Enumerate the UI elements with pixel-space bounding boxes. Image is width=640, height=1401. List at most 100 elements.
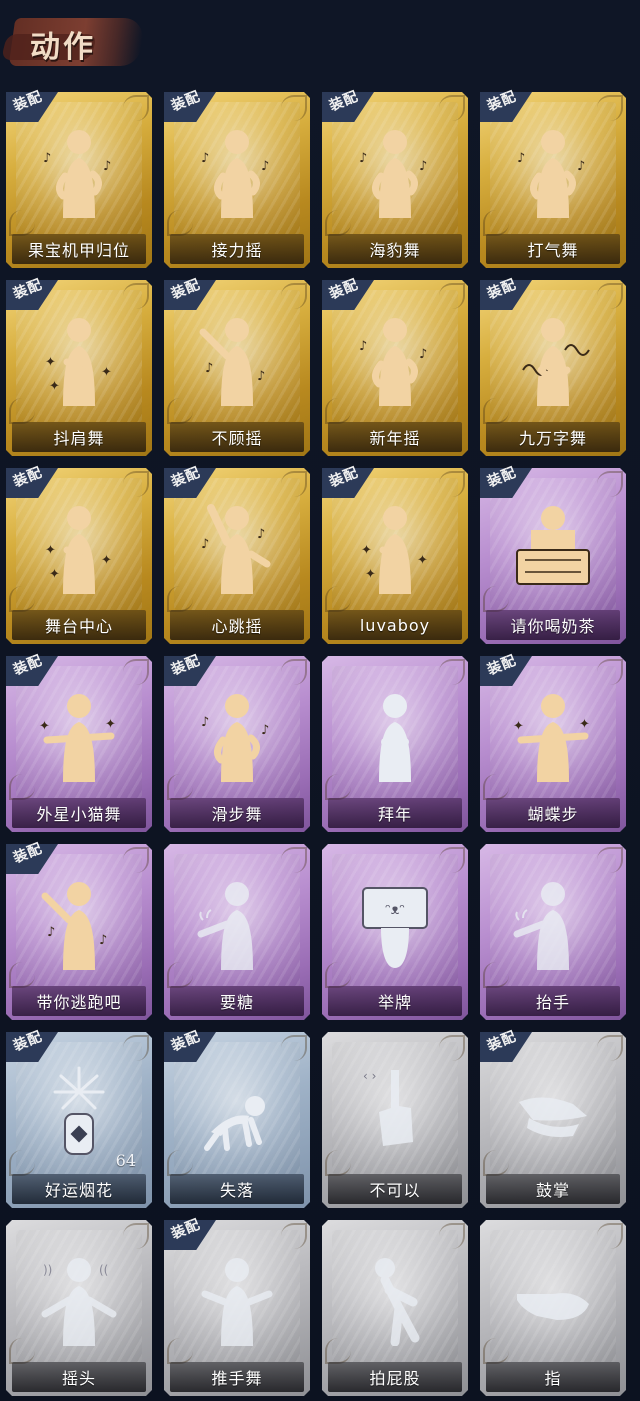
card-label-bar: 九万字舞 [486,422,620,452]
action-card[interactable]: ‹ › 不可以 [322,1032,468,1208]
action-card[interactable]: ♪ ♪ 打气舞 装配 [480,89,626,268]
action-card[interactable]: 拍屁股 [322,1220,468,1396]
card-label-bar: 不顾摇 [170,422,304,452]
svg-text:♪: ♪ [359,339,367,354]
ornament-corner-icon [597,659,623,685]
action-card[interactable]: ♪ ♪ 海豹舞 装配 [322,89,468,268]
action-card[interactable]: 抬手 [480,844,626,1020]
ornament-corner-icon [483,586,509,612]
action-card[interactable]: ᵔᴥᵔ 举牌 [322,844,468,1020]
ornament-corner-icon [281,95,307,121]
action-card[interactable]: 鼓掌 装配 [480,1029,626,1208]
card-label-bar: 拜年 [328,798,462,828]
svg-text:♪: ♪ [43,151,51,166]
action-card[interactable]: 拜年 [322,656,468,832]
card-label-bar: 不可以 [328,1174,462,1204]
dancer-point-icon: ♪ ♪ [197,310,277,406]
svg-text:✦: ✦ [361,543,372,558]
action-name: 要糖 [219,993,254,1012]
ornament-corner-icon [483,398,509,424]
action-grid: ♪ ♪ 果宝机甲归位 装配 ♪ ♪ 接力摇 装配 ♪ ♪ 海豹舞 装配 ♪ ♪ 打气舞 装配 ✦ ✦ ✦ 抖肩舞… [6,89,634,1392]
action-card[interactable]: ♪ ♪ 新年摇 装配 [322,277,468,456]
card-label-bar: 推手舞 [170,1362,304,1392]
dancer-music-icon: ♪ ♪ [39,122,119,218]
action-card[interactable]: ♪ ♪ 滑步舞 装配 [164,653,310,832]
ornament-corner-icon [9,1150,35,1176]
action-card[interactable]: 失落 装配 [164,1029,310,1208]
svg-text:♪: ♪ [257,369,265,384]
action-card[interactable]: 九万字舞 装配 [480,277,626,456]
action-name: 请你喝奶茶 [510,617,596,636]
action-card[interactable]: ✦ ✦ ✦ 抖肩舞 装配 [6,277,152,456]
ornament-corner-icon [281,1223,307,1249]
dancer-stars-icon: ✦ ✦ ✦ [39,310,119,406]
svg-text:✦: ✦ [579,717,590,732]
equipped-badge: 装配 [480,277,532,310]
equipped-badge: 装配 [164,653,216,686]
action-card[interactable]: ✦ ✦ ✦ luvaboy 装配 [322,465,468,644]
card-label-bar: 滑步舞 [170,798,304,828]
dancer-stars-icon: ✦ ✦ ✦ [355,498,435,594]
reach-figure-icon [513,874,593,970]
action-name: 海豹舞 [369,241,421,260]
action-card[interactable]: 请你喝奶茶 装配 [480,465,626,644]
action-card[interactable]: ✦ ✦ 蝴蝶步 装配 [480,653,626,832]
action-name: 接力摇 [211,241,263,260]
action-card[interactable]: ✦ ✦ ✦ 舞台中心 装配 [6,465,152,644]
ornament-corner-icon [281,847,307,873]
action-name: 失落 [219,1181,254,1200]
svg-text:♪: ♪ [205,361,213,376]
dancer-stars-icon: ✦ ✦ ✦ [39,498,119,594]
card-label-bar: 果宝机甲归位 [12,234,146,264]
action-name: luvaboy [359,615,431,635]
action-card[interactable]: ✦ ✦ 外星小猫舞 装配 [6,653,152,832]
card-label-bar: 打气舞 [486,234,620,264]
point-hand-icon [513,1250,593,1346]
svg-text:♪: ♪ [201,151,209,166]
card-label-bar: 拍屁股 [328,1362,462,1392]
card-label-bar: 鼓掌 [486,1174,620,1204]
ornament-corner-icon [597,95,623,121]
action-name: 抖肩舞 [53,429,105,448]
action-name: 不可以 [369,1181,421,1200]
action-name: 举牌 [377,993,412,1012]
action-card[interactable]: ♪ ♪ 果宝机甲归位 装配 [6,89,152,268]
action-name: 不顾摇 [211,429,263,448]
svg-text:✦: ✦ [49,567,60,582]
action-card[interactable]: ♪ ♪ 接力摇 装配 [164,89,310,268]
ornament-corner-icon [123,1223,149,1249]
ornament-corner-icon [281,471,307,497]
svg-text:✦: ✦ [39,719,50,734]
svg-text:♪: ♪ [201,715,209,730]
equipped-badge: 装配 [164,465,216,498]
ornament-corner-icon [439,659,465,685]
action-card[interactable]: ♪ ♪ 心跳摇 装配 [164,465,310,644]
card-label-bar: 举牌 [328,986,462,1016]
action-card[interactable]: ♪ ♪ 不顾摇 装配 [164,277,310,456]
svg-text:♪: ♪ [99,933,107,948]
dancer-arms-out-icon: ✦ ✦ [39,686,119,782]
equipped-badge: 装配 [6,277,58,310]
ornament-corner-icon [9,586,35,612]
action-name: 九万字舞 [518,429,587,448]
svg-text:♪: ♪ [517,151,525,166]
equipped-badge: 装配 [6,89,58,122]
action-card[interactable]: ♪ ♪ 带你逃跑吧 装配 [6,841,152,1020]
action-name: 拜年 [377,805,412,824]
ornament-corner-icon [281,283,307,309]
action-card[interactable]: 指 [480,1220,626,1396]
ornament-corner-icon [123,283,149,309]
ornament-corner-icon [483,1150,509,1176]
svg-text:♪: ♪ [261,723,269,738]
ornament-corner-icon [325,210,351,236]
ornament-corner-icon [325,1150,351,1176]
action-card[interactable]: 64 好运烟花 装配 [6,1029,152,1208]
card-label-bar: 海豹舞 [328,234,462,264]
svg-text:((: (( [99,1263,108,1277]
ornament-corner-icon [597,1223,623,1249]
sign-holder-icon [513,498,593,594]
action-card[interactable]: )) ((摇头 [6,1220,152,1396]
ornament-corner-icon [167,774,193,800]
action-card[interactable]: 要糖 [164,844,310,1020]
action-card[interactable]: 推手舞 装配 [164,1217,310,1396]
